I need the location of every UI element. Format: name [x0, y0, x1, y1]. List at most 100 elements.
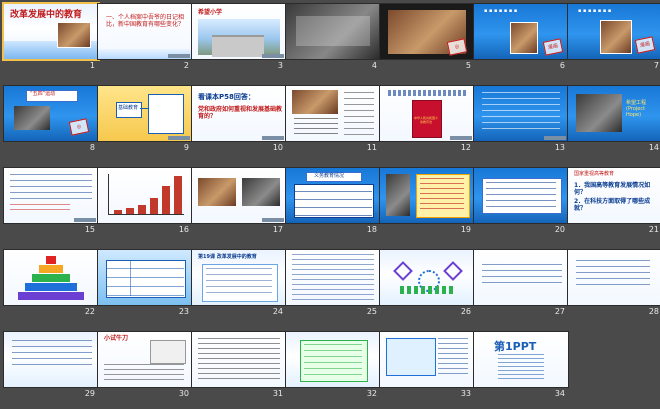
cartoon-image: [510, 22, 538, 54]
slide-5[interactable]: ◎: [379, 3, 475, 60]
slide-15[interactable]: [3, 167, 99, 224]
slide-11[interactable]: [285, 85, 381, 142]
ppt-logo: 第1PPT: [494, 340, 537, 353]
slide-thumb-27[interactable]: 27: [473, 249, 569, 318]
slide-thumb-2[interactable]: 一、个人档案中吾爷的日记相比，新中国教育有哪些变化？ 2: [97, 3, 193, 72]
slide-7[interactable]: ▪ ▪ ▪ ▪ ▪ ▪ ▪ 漫画: [567, 3, 660, 60]
slide-thumb-16[interactable]: 16: [97, 167, 193, 236]
slide-32[interactable]: [285, 331, 381, 388]
cartoon-image: [600, 20, 632, 54]
slide-number: 8: [89, 143, 95, 152]
slide-6[interactable]: ▪ ▪ ▪ ▪ ▪ ▪ ▪ 漫画: [473, 3, 569, 60]
slide-number: 1: [89, 61, 95, 70]
slide-thumb-13[interactable]: 13: [473, 85, 569, 154]
slide-thumb-31[interactable]: 31: [191, 331, 287, 400]
slide-number: 28: [648, 307, 659, 316]
slide-thumb-3[interactable]: 希望小学 3: [191, 3, 287, 72]
slide-thumb-30[interactable]: 小试牛刀 30: [97, 331, 193, 400]
slide-18[interactable]: 义务教育情况: [285, 167, 381, 224]
slide-number: 7: [653, 61, 659, 70]
slide-2[interactable]: 一、个人档案中吾爷的日记相比，新中国教育有哪些变化？: [97, 3, 193, 60]
slide-3-caption: 希望小学: [198, 9, 223, 16]
slide-9[interactable]: 基础教育: [97, 85, 193, 142]
slide-12[interactable]: 中华人民共和国义务教育法: [379, 85, 475, 142]
slide-thumb-33[interactable]: 33: [379, 331, 475, 400]
slide-13[interactable]: [473, 85, 569, 142]
slide-30[interactable]: 小试牛刀: [97, 331, 193, 388]
slide-thumb-14[interactable]: 希望工程 (Project Hope) 14: [567, 85, 660, 154]
slide-22[interactable]: [3, 249, 99, 306]
slide-thumb-7[interactable]: ▪ ▪ ▪ ▪ ▪ ▪ ▪ 漫画 7: [567, 3, 660, 72]
slide-number: 5: [465, 61, 471, 70]
slide-14[interactable]: 希望工程 (Project Hope): [567, 85, 660, 142]
slide-thumb-24[interactable]: 第19课 改革发展中的教育 24: [191, 249, 287, 318]
slide-14-label: 希望工程 (Project Hope): [626, 100, 647, 118]
slide-thumb-17[interactable]: 17: [191, 167, 287, 236]
slide-number: 3: [277, 61, 283, 70]
slide-thumb-29[interactable]: 29: [3, 331, 99, 400]
slide-number: 9: [183, 143, 189, 152]
slide-34[interactable]: 第1PPT: [473, 331, 569, 388]
slide-26[interactable]: [379, 249, 475, 306]
slide-28[interactable]: [567, 249, 660, 306]
slide-number: 25: [366, 307, 377, 316]
slide-9-label: 基础教育: [118, 105, 139, 111]
slide-thumb-8[interactable]: “五四”运动 ◎ 8: [3, 85, 99, 154]
slide-23[interactable]: [97, 249, 193, 306]
slide-number: 30: [178, 389, 189, 398]
slide-thumb-32[interactable]: 32: [285, 331, 381, 400]
slide-2-text: 一、个人档案中吾爷的日记相比，新中国教育有哪些变化？: [106, 14, 185, 28]
slide-21[interactable]: 国家重视高等教育 1．我国高等教育发展情况如何？ 2．在科技方面取得了哪些成就？: [567, 167, 660, 224]
slide-thumb-20[interactable]: 20: [473, 167, 569, 236]
slide-thumb-22[interactable]: 22: [3, 249, 99, 318]
slide-thumb-1[interactable]: 改革发展中的教育 1: [2, 2, 100, 72]
slide-10[interactable]: 看课本P58回答： 党和政府如何重视和发展基础教育的？: [191, 85, 287, 142]
slide-21-q1: 1．我国高等教育发展情况如何？: [574, 182, 651, 196]
slide-20[interactable]: [473, 167, 569, 224]
slide-number: 34: [554, 389, 565, 398]
slide-thumb-12[interactable]: 中华人民共和国义务教育法 12: [379, 85, 475, 154]
slide-thumb-6[interactable]: ▪ ▪ ▪ ▪ ▪ ▪ ▪ 漫画 6: [473, 3, 569, 72]
slide-thumb-34[interactable]: 第1PPT 34: [473, 331, 569, 400]
slide-17[interactable]: [191, 167, 287, 224]
slide-number: 33: [460, 389, 471, 398]
slide-thumb-15[interactable]: 15: [3, 167, 99, 236]
slide-thumb-21[interactable]: 国家重视高等教育 1．我国高等教育发展情况如何？ 2．在科技方面取得了哪些成就？…: [567, 167, 660, 236]
slide-number: 19: [460, 225, 471, 234]
slide-16[interactable]: [97, 167, 193, 224]
slide-thumb-26[interactable]: 26: [379, 249, 475, 318]
slide-thumb-25[interactable]: 25: [285, 249, 381, 318]
slide-4[interactable]: [285, 3, 381, 60]
slide-8[interactable]: “五四”运动 ◎: [3, 85, 99, 142]
slide-27[interactable]: [473, 249, 569, 306]
slide-3[interactable]: 希望小学: [191, 3, 287, 60]
slide-24-title: 第19课 改革发展中的教育: [198, 254, 257, 260]
slide-31[interactable]: [191, 331, 287, 388]
slide-number: 14: [648, 143, 659, 152]
slide-thumb-11[interactable]: 11: [285, 85, 381, 154]
slide-25[interactable]: [285, 249, 381, 306]
slide-8-title: “五四”运动: [30, 91, 56, 97]
slide-thumb-4[interactable]: 4: [285, 3, 381, 72]
slide-24[interactable]: 第19课 改革发展中的教育: [191, 249, 287, 306]
slide-19[interactable]: [379, 167, 475, 224]
slide-thumb-9[interactable]: 基础教育 9: [97, 85, 193, 154]
slide-thumb-18[interactable]: 义务教育情况 18: [285, 167, 381, 236]
slide-thumb-23[interactable]: 23: [97, 249, 193, 318]
slide-number: 27: [554, 307, 565, 316]
slide-thumb-5[interactable]: ◎ 5: [379, 3, 475, 72]
stamp-icon: ◎: [68, 118, 90, 136]
slide-1[interactable]: 改革发展中的教育: [2, 2, 100, 61]
slide-number: 22: [84, 307, 95, 316]
slide-number: 16: [178, 225, 189, 234]
slide-number: 31: [272, 389, 283, 398]
slide-29[interactable]: [3, 331, 99, 388]
slide-thumb-28[interactable]: 28: [567, 249, 660, 318]
slide-thumb-10[interactable]: 看课本P58回答： 党和政府如何重视和发展基础教育的？ 10: [191, 85, 287, 154]
slide-number: 17: [272, 225, 283, 234]
slide-number: 29: [84, 389, 95, 398]
slide-number: 13: [554, 143, 565, 152]
slide-33[interactable]: [379, 331, 475, 388]
slide-thumb-19[interactable]: 19: [379, 167, 475, 236]
slide-number: 23: [178, 307, 189, 316]
